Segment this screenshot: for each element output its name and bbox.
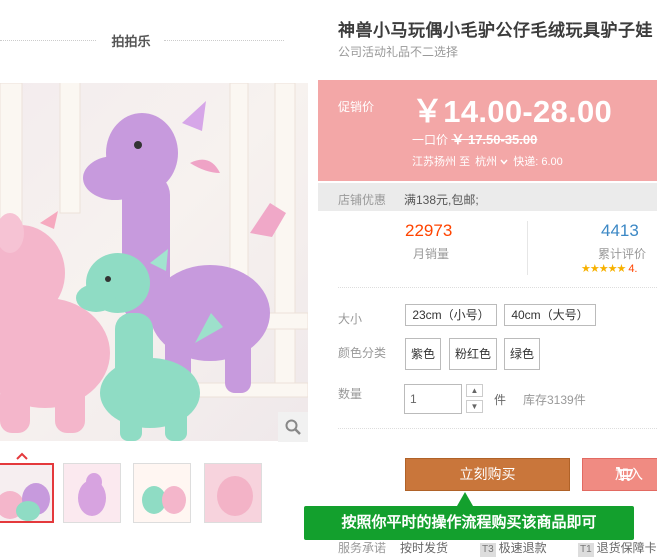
thumbnail-image <box>134 464 190 522</box>
review-count[interactable]: 4413 <box>601 221 639 241</box>
size-option-small[interactable]: 23cm（小号） <box>405 304 497 326</box>
color-option-green[interactable]: 绿色 <box>504 338 540 370</box>
search-icon <box>285 419 301 435</box>
divider <box>527 221 528 275</box>
service-item-label: 按时发货 <box>400 541 449 555</box>
thumbnail-image <box>205 464 261 522</box>
thumbnail[interactable] <box>204 463 262 523</box>
quantity-decrease-button[interactable]: ▼ <box>466 400 483 413</box>
shop-promo-row: 店铺优惠 满138元,包邮; <box>318 183 657 211</box>
ship-to-select[interactable]: 杭州 <box>473 153 510 169</box>
service-label: 服务承诺 <box>338 541 387 555</box>
rating-stars: ★★★★★ 4. <box>581 262 638 275</box>
buy-now-button[interactable]: 立刻购买 <box>405 458 570 491</box>
ship-from: 江苏扬州 <box>412 156 456 168</box>
thumbnail-list <box>0 463 318 525</box>
product-title: 神兽小马玩偶小毛驴公仔毛绒玩具驴子娃 <box>338 21 653 40</box>
color-option-purple[interactable]: 紫色 <box>405 338 441 370</box>
service-item[interactable]: T3 极速退款 <box>480 539 547 557</box>
thumbnail[interactable] <box>0 463 54 523</box>
shop-promo-label: 店铺优惠 <box>338 193 387 207</box>
thumbnail[interactable] <box>63 463 121 523</box>
monthly-sales-label: 月销量 <box>413 247 450 261</box>
tip-arrow <box>457 492 473 506</box>
shop-name[interactable]: 拍拍乐 <box>100 31 162 50</box>
promo-price: ￥14.00-28.00 <box>412 94 613 129</box>
service-item-label: 极速退款 <box>498 541 547 555</box>
rating-value: 4. <box>628 263 638 275</box>
color-option-pink[interactable]: 粉红色 <box>449 338 497 370</box>
shopping-cart-icon <box>616 467 633 481</box>
add-to-cart-button[interactable]: 加入 <box>582 458 657 491</box>
instruction-tip: 按照你平时的操作流程购买该商品即可 <box>304 506 634 540</box>
express-fee: 快递: 6.00 <box>513 156 563 168</box>
divider <box>0 40 96 41</box>
quantity-label: 数量 <box>338 387 363 401</box>
stock-count: 库存3139件 <box>523 393 586 407</box>
monthly-sales-count: 22973 <box>405 221 453 240</box>
thumbnail-image <box>0 483 50 521</box>
service-promises: 服务承诺 按时发货 T3 极速退款 T1 退货保障卡 <box>338 539 657 557</box>
shop-promo-text: 满138元,包邮; <box>404 193 479 207</box>
shop-header: 拍拍乐 <box>0 0 318 80</box>
chevron-up-icon <box>16 452 28 460</box>
service-item[interactable]: 按时发货 <box>400 539 448 556</box>
product-subtitle: 公司活动礼品不二选择 <box>338 45 459 59</box>
thumb-prev-button[interactable] <box>15 449 29 463</box>
original-price: ￥ 17.50-35.00 <box>451 132 538 147</box>
price-panel: 促销价 ￥14.00-28.00 一口价 ￥ 17.50-35.00 江苏扬州 … <box>318 80 657 181</box>
shipping-row: 江苏扬州 至 杭州 快递: 6.00 <box>412 153 563 169</box>
quantity-increase-button[interactable]: ▲ <box>466 384 483 397</box>
promo-price-label: 促销价 <box>338 100 375 114</box>
service-badge: T1 <box>578 543 594 557</box>
quantity-unit: 件 <box>494 393 507 407</box>
product-main-image[interactable] <box>0 83 308 441</box>
original-price-row: 一口价 ￥ 17.50-35.00 <box>412 129 537 148</box>
service-item[interactable]: T1 退货保障卡 <box>578 539 657 557</box>
ship-to-city: 杭州 <box>475 156 498 168</box>
zoom-button[interactable] <box>278 412 308 442</box>
divider <box>338 287 657 288</box>
divider <box>338 428 657 429</box>
chevron-down-icon <box>500 159 508 165</box>
thumbnail-image <box>64 464 120 522</box>
service-badge: T3 <box>480 543 496 557</box>
star-icons: ★★★★★ <box>581 263 626 275</box>
review-label[interactable]: 累计评价 <box>598 245 646 262</box>
thumbnail[interactable] <box>133 463 191 523</box>
size-label: 大小 <box>338 312 363 326</box>
product-page: 拍拍乐 神兽小马玩偶小毛驴公仔毛绒玩具驴子娃 公司活动礼品不二选择 促销价 ￥1… <box>0 0 657 560</box>
divider <box>164 40 284 41</box>
ship-to-word: 至 <box>459 156 471 168</box>
plush-toys-illustration <box>0 83 308 441</box>
color-label: 颜色分类 <box>338 346 387 360</box>
original-price-label: 一口价 <box>412 133 449 147</box>
service-item-label: 退货保障卡 <box>596 541 657 555</box>
size-option-large[interactable]: 40cm（大号） <box>504 304 596 326</box>
quantity-input[interactable]: 1 <box>404 384 462 414</box>
sales-stats: 22973 月销量 4413 累计评价 ★★★★★ 4. <box>318 213 657 281</box>
